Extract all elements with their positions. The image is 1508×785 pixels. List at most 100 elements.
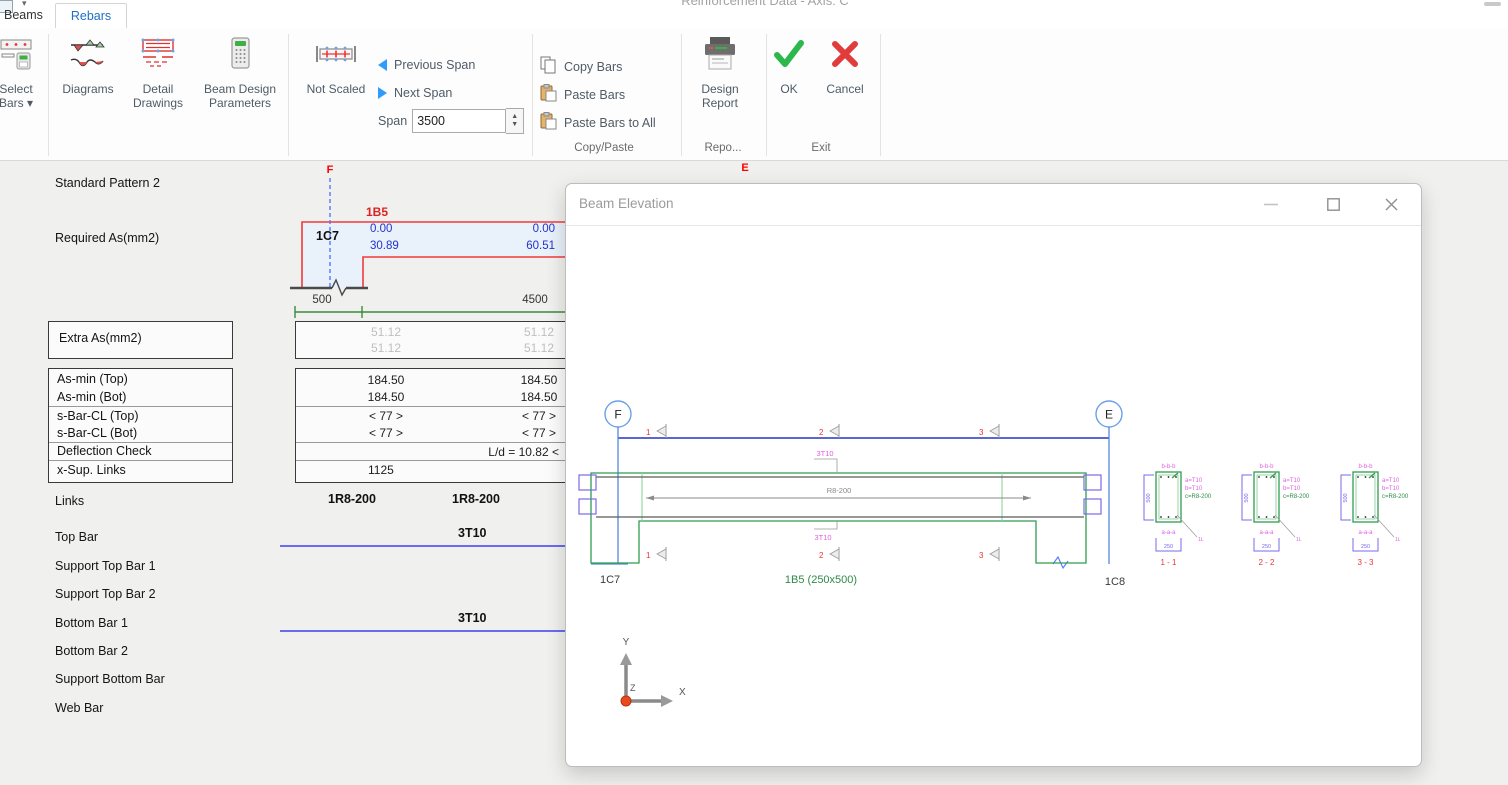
top-bar-line: [280, 545, 565, 547]
previous-span-button[interactable]: Previous Span: [378, 58, 475, 72]
divider: [296, 406, 566, 407]
svg-text:1L: 1L: [1198, 537, 1204, 543]
select-bars-label: Select Bars ▾: [0, 82, 33, 110]
beam-scale-icon: [314, 36, 358, 77]
tab-beams[interactable]: Beams: [0, 3, 57, 28]
axis-z-label: Z: [630, 683, 636, 693]
not-scaled-label: Not Scaled: [307, 82, 366, 96]
tab-rebars[interactable]: Rebars: [55, 3, 127, 29]
svg-text:a-a-a: a-a-a: [1358, 530, 1373, 536]
select-bars-button[interactable]: Select Bars ▾: [0, 36, 48, 110]
divider: [49, 460, 232, 461]
ok-button[interactable]: OK: [768, 36, 810, 96]
not-scaled-button[interactable]: Not Scaled: [300, 36, 372, 96]
detail-drawings-icon: [138, 36, 178, 77]
span-input[interactable]: [412, 109, 506, 133]
check-label: s-Bar-CL (Bot): [57, 426, 137, 440]
design-report-label: Design Report: [701, 82, 738, 110]
bottom-bar-1-value[interactable]: 3T10: [458, 611, 487, 625]
svg-text:a=T10: a=T10: [1382, 478, 1400, 484]
req-as-bot-left: 30.89: [370, 240, 399, 252]
copy-bars-button[interactable]: Copy Bars: [540, 56, 622, 77]
row-label-support-top-bar-1: Support Top Bar 1: [55, 559, 156, 573]
extra-as-cell[interactable]: 51.12: [336, 325, 436, 339]
top-steel-leader: [814, 459, 837, 472]
pattern-label: Standard Pattern 2: [55, 176, 160, 190]
copy-icon: [540, 56, 557, 77]
diagrams-label: Diagrams: [62, 82, 113, 96]
row-label-web-bar: Web Bar: [55, 701, 103, 715]
paste-bars-to-all-button[interactable]: Paste Bars to All: [540, 112, 656, 133]
sup-links-value: 1125: [368, 463, 394, 477]
links-value-2[interactable]: 1R8-200: [452, 492, 500, 506]
beam-size-label: 1B5 (250x500): [785, 574, 857, 586]
cancel-button[interactable]: Cancel: [818, 36, 872, 96]
ok-label: OK: [780, 82, 797, 96]
ribbon-divider: [766, 34, 767, 156]
axis-triad: Y X Z: [620, 637, 686, 707]
group-label-copy-paste: Copy/Paste: [540, 142, 668, 154]
section-mark-3-bottom: 3: [979, 547, 999, 561]
required-as-label: Required As(mm2): [55, 231, 159, 245]
deflection-value: L/d = 10.82 <: [416, 445, 559, 459]
check-label: As-min (Bot): [57, 390, 126, 404]
tab-rebars-label: Rebars: [71, 9, 111, 23]
diagrams-icon: [69, 36, 107, 77]
bottom-steel-label: 3T10: [814, 533, 831, 542]
ribbon-collapse-button[interactable]: [1484, 2, 1501, 6]
axis-x-label: X: [679, 687, 686, 698]
ribbon-divider: [532, 34, 533, 156]
paste-bars-button[interactable]: Paste Bars: [540, 84, 625, 105]
svg-text:3: 3: [979, 428, 984, 437]
section-mark-3-top: 3: [979, 424, 999, 438]
svg-text:a-a-a: a-a-a: [1161, 530, 1176, 536]
beam-elevation-canvas[interactable]: F E R8-200 3T10: [567, 225, 1420, 765]
row-label-bottom-bar-1: Bottom Bar 1: [55, 616, 128, 630]
svg-text:c=R8-200: c=R8-200: [1185, 494, 1212, 500]
check-label: Deflection Check: [57, 444, 152, 458]
group-label-report: Repo...: [685, 142, 761, 154]
divider: [296, 460, 566, 461]
maximize-button[interactable]: [1310, 184, 1356, 224]
check-value: < 77 >: [336, 426, 436, 440]
svg-text:250: 250: [1361, 544, 1370, 550]
beam-design-parameters-button[interactable]: Beam Design Parameters: [198, 36, 282, 110]
minimize-button[interactable]: [1248, 184, 1294, 224]
beam-mark-label: 1B5: [366, 205, 388, 219]
beam-elevation-window: Beam Elevation F E: [565, 183, 1422, 767]
svg-text:b-b-b: b-b-b: [1161, 464, 1176, 470]
extra-as-label-box: Extra As(mm2): [48, 321, 233, 359]
svg-text:1L: 1L: [1395, 537, 1401, 543]
copy-bars-label: Copy Bars: [564, 60, 622, 74]
beam-elevation-titlebar[interactable]: Beam Elevation: [566, 184, 1421, 226]
grid-bubble-f-label: F: [614, 408, 621, 422]
span-spinner[interactable]: ▲▼: [506, 108, 524, 134]
svg-text:b-b-b: b-b-b: [1259, 464, 1274, 470]
detail-drawings-button[interactable]: Detail Drawings: [122, 36, 194, 110]
extra-as-cell[interactable]: 51.12: [336, 341, 436, 355]
bottom-bar-1-line: [280, 630, 565, 632]
links-value-1[interactable]: 1R8-200: [328, 492, 376, 506]
next-span-button[interactable]: Next Span: [378, 86, 452, 100]
ribbon: Select Bars ▾ Diagrams: [0, 28, 1508, 161]
cross-section-1: 500 b-b-b a=T10 b=T10 c=R8-200 1L a-a-a …: [1144, 464, 1212, 567]
svg-text:b-b-b: b-b-b: [1358, 464, 1373, 470]
anchor-bracket: [579, 475, 596, 490]
svg-text:250: 250: [1164, 544, 1173, 550]
close-button[interactable]: [1368, 184, 1414, 224]
diagrams-button[interactable]: Diagrams: [58, 36, 118, 96]
svg-text:b=T10: b=T10: [1382, 486, 1400, 492]
cross-section-3: 500 b-b-b a=T10 b=T10 c=R8-200 1L a-a-a …: [1341, 464, 1409, 567]
grid-e-label: E: [733, 162, 757, 174]
design-report-button[interactable]: Design Report: [688, 36, 752, 110]
svg-text:a-a-a: a-a-a: [1259, 530, 1274, 536]
previous-span-icon: [378, 59, 387, 71]
ribbon-divider: [288, 34, 289, 156]
check-value: < 77 >: [336, 409, 436, 423]
detail-drawings-label: Detail Drawings: [133, 82, 183, 110]
tab-beams-label: Beams: [4, 8, 43, 22]
svg-text:500: 500: [1244, 493, 1250, 502]
app-root: ▾ Beams Rebars Reinforcement Data - Axis…: [0, 0, 1508, 785]
top-bar-value[interactable]: 3T10: [458, 526, 487, 540]
divider: [49, 406, 232, 407]
